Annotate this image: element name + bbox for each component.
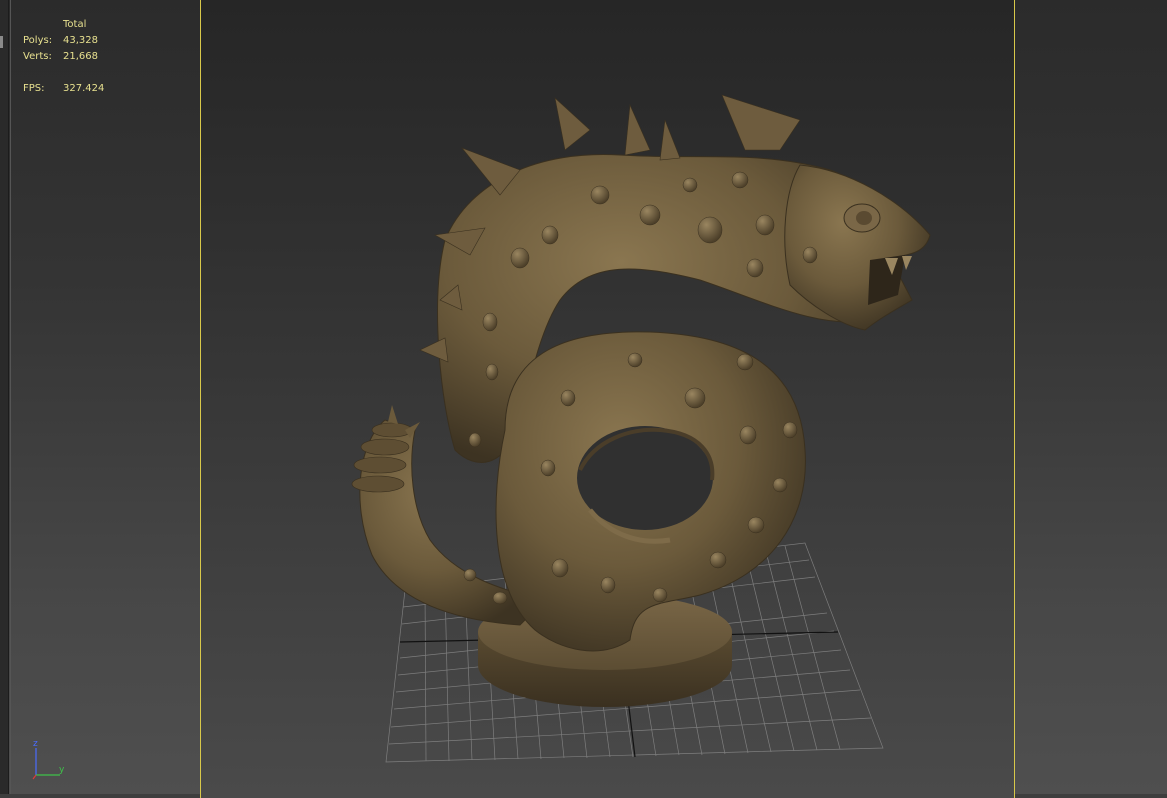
verts-value: 21,668 — [63, 51, 98, 62]
polys-label: Polys: — [23, 35, 53, 46]
viewport-statistics: Total Polys: 43,328 Verts: 21,668 FPS: 327.… — [23, 17, 104, 97]
polys-value: 43,328 — [63, 35, 98, 46]
serpent-dragon-model[interactable] — [351, 94, 931, 652]
axis-gizmo: z y — [32, 739, 65, 780]
z-axis-label: z — [33, 739, 38, 749]
x-axis-line — [32, 774, 37, 780]
verts-label: Verts: — [23, 51, 52, 62]
fps-label: FPS: — [23, 83, 45, 94]
fps-value: 327.424 — [63, 83, 105, 94]
viewport-scene[interactable]: z y — [0, 0, 1167, 794]
y-axis-label: y — [59, 765, 65, 775]
stats-header: Total — [63, 19, 87, 30]
3d-viewport[interactable]: z y Total Polys: 43,328 Verts: 21,668 FPS:… — [0, 0, 1167, 798]
